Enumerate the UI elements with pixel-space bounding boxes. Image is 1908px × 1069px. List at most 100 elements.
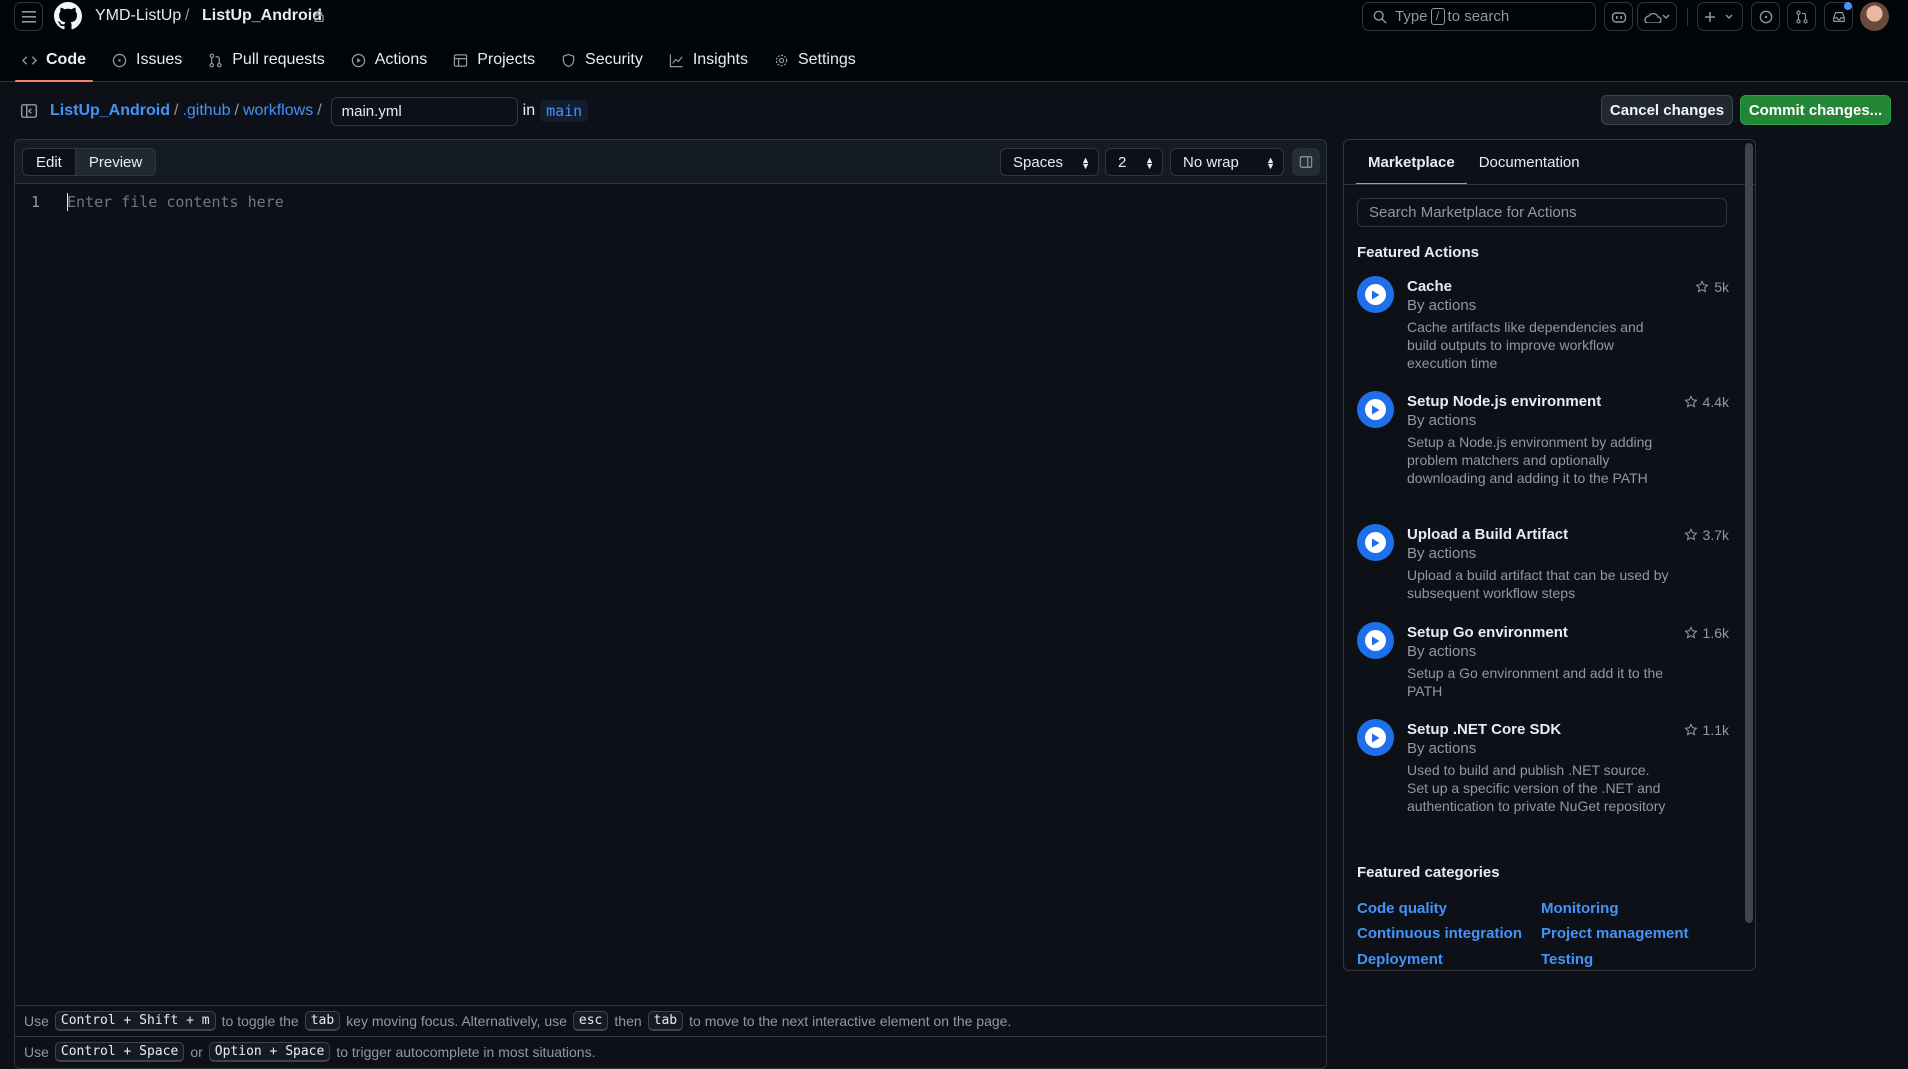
global-header: YMD-ListUp / ListUp_Android Type / to se… bbox=[0, 0, 1908, 82]
lock-icon bbox=[314, 10, 324, 22]
user-avatar[interactable] bbox=[1860, 2, 1889, 31]
action-stars: 1.6k bbox=[1683, 625, 1729, 641]
tab-label: Projects bbox=[477, 51, 536, 68]
category-link[interactable]: Monitoring bbox=[1541, 900, 1618, 917]
search-icon bbox=[1373, 10, 1387, 24]
path-repo-link[interactable]: ListUp_Android bbox=[50, 102, 170, 120]
panel-tabs: Marketplace Documentation bbox=[1356, 140, 1592, 185]
action-name[interactable]: Upload a Build Artifact bbox=[1407, 526, 1568, 543]
tab-settings[interactable]: Settings bbox=[763, 44, 867, 76]
marketplace-panel: Marketplace Documentation Search Marketp… bbox=[1343, 139, 1756, 971]
git-pull-request-icon bbox=[209, 53, 222, 67]
cancel-changes-button[interactable]: Cancel changes bbox=[1601, 95, 1733, 125]
toggle-sidebar-button[interactable] bbox=[1292, 148, 1320, 176]
featured-categories-heading: Featured categories bbox=[1357, 864, 1500, 881]
category-link[interactable]: Deployment bbox=[1357, 951, 1443, 968]
action-item[interactable]: Upload a Build Artifact By actions Uploa… bbox=[1357, 524, 1729, 606]
repo-link[interactable]: ListUp_Android bbox=[202, 7, 322, 25]
editor-placeholder[interactable]: Enter file contents here bbox=[67, 193, 284, 211]
hint-text: to trigger autocomplete in most situatio… bbox=[336, 1044, 596, 1060]
kbd-toggle-tab: Control + Shift + m bbox=[54, 1011, 216, 1031]
pull-requests-button[interactable] bbox=[1787, 2, 1816, 31]
tab-actions[interactable]: Actions bbox=[340, 44, 438, 76]
action-author: By actions bbox=[1407, 297, 1477, 314]
category-link[interactable]: Continuous integration bbox=[1357, 925, 1522, 942]
edit-tab[interactable]: Edit bbox=[23, 149, 76, 175]
copilot-menu-button[interactable] bbox=[1637, 2, 1677, 31]
tab-security[interactable]: Security bbox=[550, 44, 654, 76]
tab-issues[interactable]: Issues bbox=[101, 44, 193, 76]
global-search-input[interactable]: Type / to search bbox=[1362, 2, 1596, 31]
git-pull-request-icon bbox=[1795, 9, 1808, 24]
action-name[interactable]: Setup Node.js environment bbox=[1407, 393, 1601, 410]
tab-code[interactable]: Code bbox=[11, 44, 97, 82]
tab-projects[interactable]: Projects bbox=[442, 44, 546, 76]
gear-icon bbox=[775, 54, 788, 66]
tab-label: Pull requests bbox=[232, 51, 325, 68]
tab-insights[interactable]: Insights bbox=[658, 44, 759, 76]
action-item[interactable]: Cache By actions Cache artifacts like de… bbox=[1357, 276, 1729, 376]
commit-changes-button[interactable]: Commit changes... bbox=[1740, 95, 1891, 125]
action-item[interactable]: Setup Go environment By actions Setup a … bbox=[1357, 622, 1729, 704]
file-tree-toggle-icon[interactable] bbox=[20, 102, 38, 120]
action-name[interactable]: Setup Go environment bbox=[1407, 624, 1568, 641]
star-count: 1.6k bbox=[1702, 625, 1729, 641]
breadcrumb-separator: / bbox=[185, 7, 190, 24]
github-logo-icon[interactable] bbox=[54, 2, 82, 30]
select-caret-icon: ▲ ▼ bbox=[1266, 155, 1275, 171]
category-link[interactable]: Project management bbox=[1541, 925, 1689, 942]
category-link[interactable]: Testing bbox=[1541, 951, 1593, 968]
select-caret-icon: ▲ ▼ bbox=[1145, 155, 1154, 171]
keyboard-hint-focus: Use Control + Shift + m to toggle the ta… bbox=[15, 1005, 1326, 1036]
indent-mode-value: Spaces bbox=[1013, 153, 1064, 171]
preview-tab[interactable]: Preview bbox=[76, 149, 155, 175]
keyboard-hint-autocomplete: Use Control + Space or Option + Space to… bbox=[15, 1036, 1326, 1067]
action-description: Setup a Go environment and add it to the… bbox=[1407, 665, 1664, 699]
copilot-button[interactable] bbox=[1604, 2, 1633, 31]
path-dir-workflows-link[interactable]: workflows bbox=[243, 102, 313, 120]
star-count: 3.7k bbox=[1702, 527, 1729, 543]
action-stars: 3.7k bbox=[1683, 527, 1729, 543]
action-author: By actions bbox=[1407, 740, 1477, 757]
path-dir-github-link[interactable]: .github bbox=[182, 102, 230, 120]
star-count: 1.1k bbox=[1702, 722, 1729, 738]
issue-opened-icon bbox=[112, 53, 127, 67]
hint-text: then bbox=[614, 1013, 642, 1029]
action-item[interactable]: Setup Node.js environment By actions Set… bbox=[1357, 391, 1729, 509]
filename-input[interactable]: main.yml bbox=[330, 96, 518, 126]
action-item[interactable]: Setup .NET Core SDK By actions Used to b… bbox=[1357, 719, 1729, 837]
hint-text: key moving focus. Alternatively, use bbox=[346, 1013, 567, 1029]
action-name[interactable]: Setup .NET Core SDK bbox=[1407, 721, 1561, 738]
action-name[interactable]: Cache bbox=[1407, 278, 1452, 295]
wrap-mode-select[interactable]: No wrap ▲ ▼ bbox=[1170, 148, 1284, 176]
indent-mode-select[interactable]: Spaces ▲ ▼ bbox=[1000, 148, 1099, 176]
branch-name[interactable]: main bbox=[540, 100, 589, 122]
indent-size-select[interactable]: 2 ▲ ▼ bbox=[1105, 148, 1163, 176]
editor-toolbar: Edit Preview Spaces ▲ ▼ 2 ▲ ▼ No wrap ▲ ▼ bbox=[15, 140, 1326, 184]
panel-scrollbar[interactable] bbox=[1745, 143, 1753, 923]
action-stars: 5k bbox=[1695, 279, 1729, 295]
tab-pull-requests[interactable]: Pull requests bbox=[197, 44, 336, 76]
hint-text: Use bbox=[24, 1013, 49, 1029]
tab-label: Security bbox=[585, 51, 643, 68]
tab-marketplace[interactable]: Marketplace bbox=[1356, 140, 1467, 185]
select-caret-icon: ▲ ▼ bbox=[1081, 155, 1090, 171]
tab-label: Actions bbox=[374, 51, 428, 68]
action-stars: 4.4k bbox=[1683, 394, 1729, 410]
menu-button[interactable] bbox=[14, 2, 43, 31]
action-author: By actions bbox=[1407, 412, 1477, 429]
hint-text: to move to the next interactive element … bbox=[689, 1013, 1012, 1029]
graph-icon bbox=[669, 53, 683, 67]
tab-documentation[interactable]: Documentation bbox=[1467, 140, 1592, 184]
star-icon bbox=[1683, 395, 1698, 408]
issues-button[interactable] bbox=[1751, 2, 1780, 31]
owner-link[interactable]: YMD-ListUp bbox=[95, 7, 181, 25]
search-prefix-text: Type bbox=[1395, 8, 1428, 25]
marketplace-search-input[interactable]: Search Marketplace for Actions bbox=[1357, 198, 1727, 227]
wrap-mode-value: No wrap bbox=[1183, 153, 1239, 171]
create-new-button[interactable] bbox=[1697, 2, 1743, 31]
featured-actions-heading: Featured Actions bbox=[1357, 244, 1479, 261]
path-separator: / bbox=[174, 102, 179, 119]
category-link[interactable]: Code quality bbox=[1357, 900, 1447, 917]
star-icon bbox=[1683, 723, 1698, 736]
